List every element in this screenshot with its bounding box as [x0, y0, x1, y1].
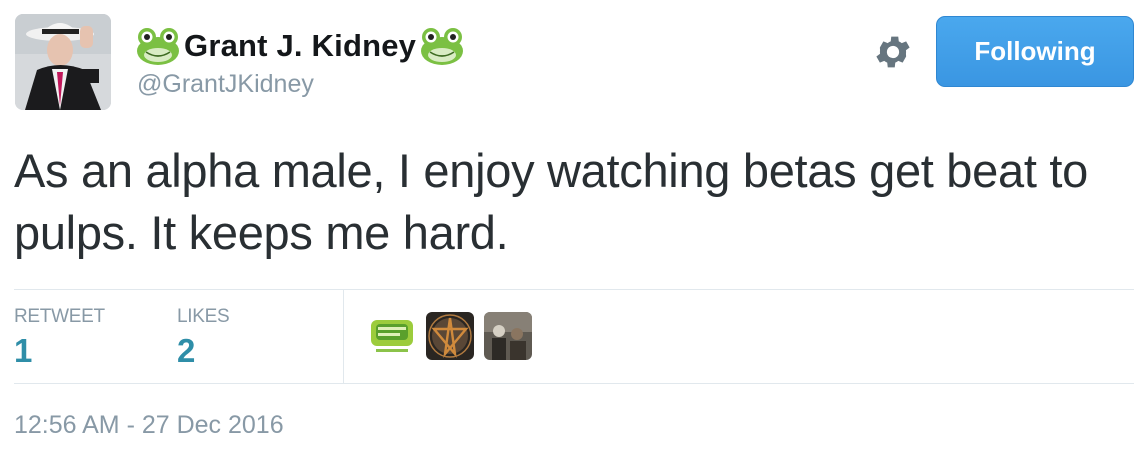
liker-avatar[interactable] [426, 312, 474, 360]
author-avatar-image [15, 14, 111, 110]
display-name[interactable]: Grant J. Kidney [184, 28, 416, 64]
retweet-stat[interactable]: RETWEET 1 [14, 306, 105, 370]
tweet-timestamp[interactable]: 12:56 AM - 27 Dec 2016 [14, 411, 284, 440]
frog-emoji-icon [137, 28, 179, 65]
liker-avatar[interactable] [484, 312, 532, 360]
stats-divider [343, 290, 344, 383]
tweet-stats: RETWEET 1 LIKES 2 [14, 289, 1134, 384]
tweet-text: As an alpha male, I enjoy watching betas… [14, 144, 1088, 259]
likes-count[interactable]: 2 [177, 332, 229, 370]
user-handle[interactable]: @GrantJKidney [137, 70, 314, 99]
frog-emoji-icon [421, 28, 464, 65]
liker-avatar[interactable] [368, 312, 416, 360]
likes-stat[interactable]: LIKES 2 [177, 306, 230, 370]
liker-avatars [368, 312, 532, 360]
following-button[interactable]: Following [936, 16, 1134, 87]
retweet-count[interactable]: 1 [14, 332, 105, 370]
retweet-label: RETWEET [14, 306, 105, 327]
author-name-row[interactable]: Grant J. Kidney [136, 24, 464, 68]
gear-icon[interactable] [872, 31, 914, 73]
likes-label: LIKES [177, 306, 230, 327]
author-avatar[interactable] [15, 14, 111, 110]
